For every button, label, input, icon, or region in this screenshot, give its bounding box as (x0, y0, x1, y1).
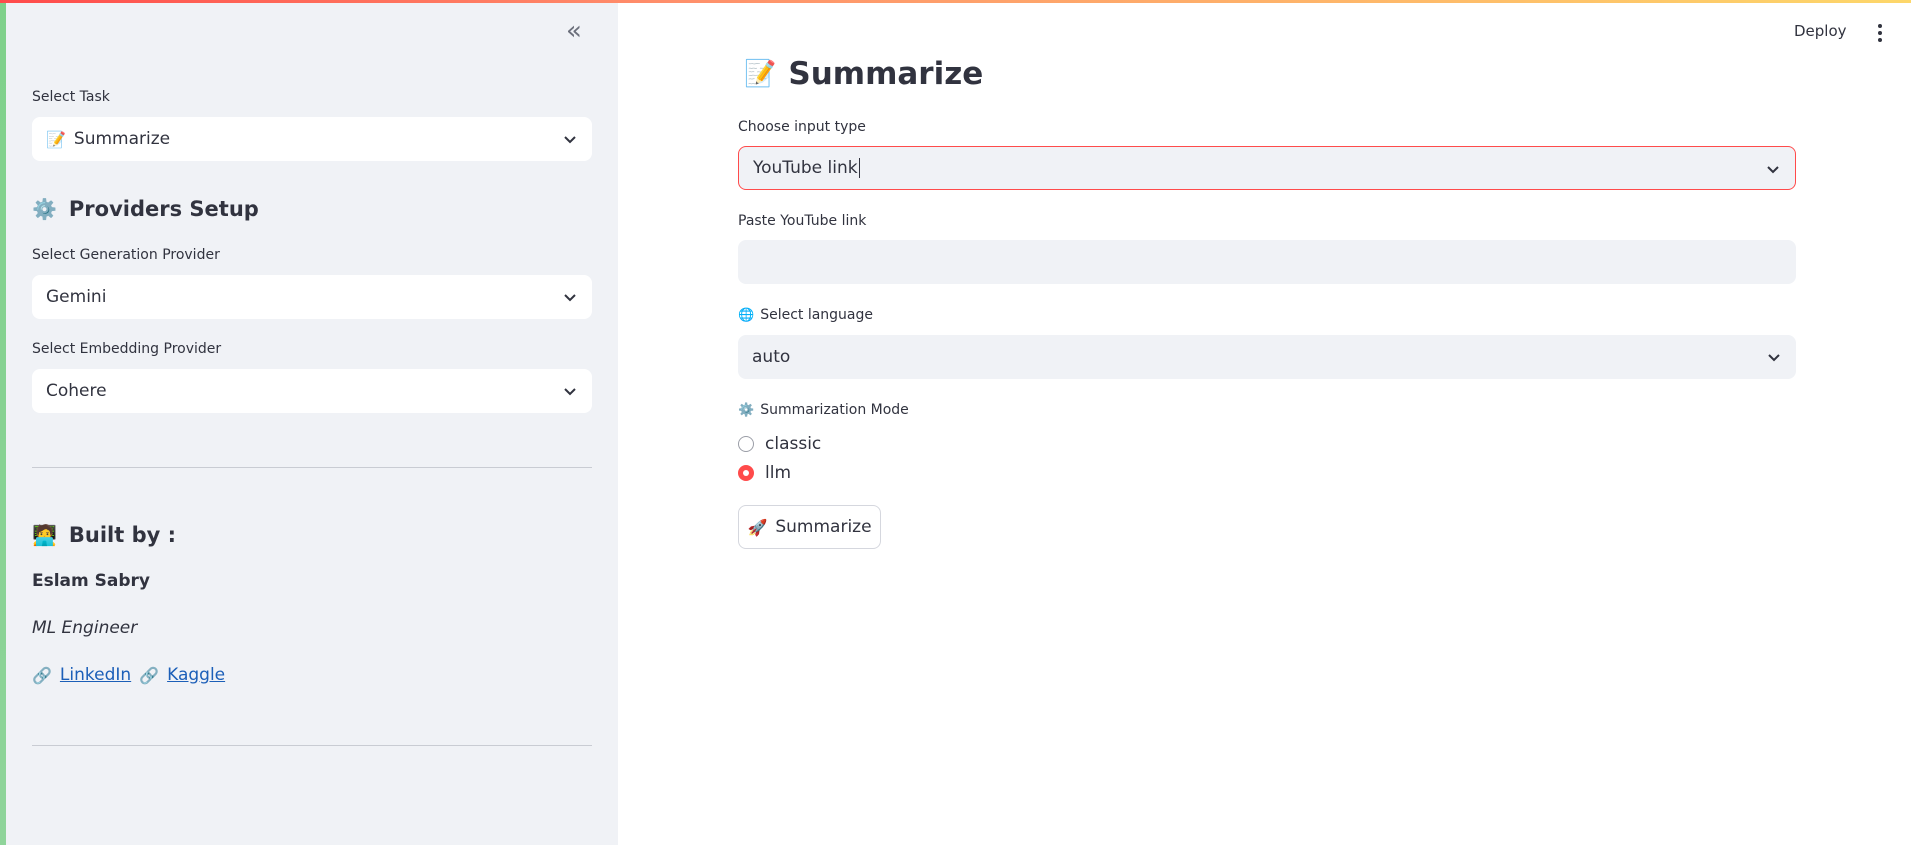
chevron-down-icon (564, 136, 576, 144)
input-type-value: YouTube link (753, 158, 858, 178)
chevron-down-icon (1768, 354, 1780, 362)
globe-icon: 🌐 (738, 307, 755, 323)
radio-label: classic (765, 434, 822, 454)
linkedin-link[interactable]: LinkedIn (60, 665, 131, 685)
summarization-mode-label: ⚙️ Summarization Mode (738, 402, 909, 418)
radio-button[interactable] (738, 436, 754, 452)
radio-button-selected[interactable] (738, 465, 754, 481)
language-label-text: Select language (760, 307, 874, 323)
sidebar-divider (32, 745, 592, 746)
page-title-text: Summarize (788, 56, 984, 92)
kaggle-link[interactable]: Kaggle (167, 665, 225, 685)
radio-option-classic[interactable]: classic (738, 434, 821, 454)
generation-provider-dropdown[interactable]: Gemini (32, 275, 592, 319)
generation-provider-value: Gemini (46, 287, 107, 307)
generation-provider-label: Select Generation Provider (32, 247, 220, 263)
embedding-provider-value: Cohere (46, 381, 107, 401)
deploy-button[interactable]: Deploy (1794, 22, 1847, 40)
language-label: 🌐 Select language (738, 307, 873, 323)
youtube-link-input[interactable] (738, 240, 1796, 284)
left-edge-strip (0, 0, 6, 845)
select-task-label: Select Task (32, 89, 110, 105)
chevron-down-icon (1767, 166, 1779, 174)
built-by-heading: 🧑‍💻 Built by : (32, 523, 176, 547)
memo-icon: 📝 (744, 59, 777, 89)
double-chevron-left-icon[interactable]: « (562, 18, 586, 44)
providers-setup-heading: ⚙️ Providers Setup (32, 197, 259, 221)
gear-icon: ⚙️ (738, 402, 755, 418)
summarization-mode-label-text: Summarization Mode (760, 402, 909, 418)
summarize-button-label: Summarize (775, 517, 872, 537)
summarize-button[interactable]: 🚀 Summarize (738, 505, 881, 549)
sidebar: « Select Task 📝 Summarize ⚙️ Providers S… (0, 0, 618, 845)
technologist-icon: 🧑‍💻 (32, 523, 57, 547)
embedding-provider-dropdown[interactable]: Cohere (32, 369, 592, 413)
chevron-down-icon (564, 294, 576, 302)
select-task-dropdown[interactable]: 📝 Summarize (32, 117, 592, 161)
radio-label: llm (765, 463, 792, 483)
youtube-link-label: Paste YouTube link (738, 213, 867, 229)
top-decoration-bar (0, 0, 1911, 3)
language-dropdown[interactable]: auto (738, 335, 1796, 379)
memo-icon: 📝 (46, 129, 66, 149)
author-name: Eslam Sabry (32, 571, 151, 591)
vertical-dots-icon[interactable] (1872, 22, 1888, 44)
sidebar-divider (32, 467, 592, 468)
text-caret (858, 158, 860, 178)
radio-option-llm[interactable]: llm (738, 463, 791, 483)
link-icon: 🔗 (32, 665, 52, 685)
gear-icon: ⚙️ (32, 197, 57, 221)
select-task-value: Summarize (73, 129, 171, 149)
page-title: 📝 Summarize (744, 56, 983, 92)
built-by-text: Built by : (68, 523, 177, 547)
providers-setup-text: Providers Setup (68, 197, 259, 221)
language-value: auto (752, 347, 791, 367)
social-links: 🔗 LinkedIn 🔗 Kaggle (32, 665, 225, 685)
input-type-dropdown[interactable]: YouTube link (738, 146, 1796, 190)
chevron-down-icon (564, 388, 576, 396)
link-icon: 🔗 (139, 665, 160, 685)
embedding-provider-label: Select Embedding Provider (32, 341, 222, 357)
rocket-icon: 🚀 (747, 517, 768, 537)
input-type-label: Choose input type (738, 119, 866, 135)
author-role: ML Engineer (32, 618, 138, 638)
